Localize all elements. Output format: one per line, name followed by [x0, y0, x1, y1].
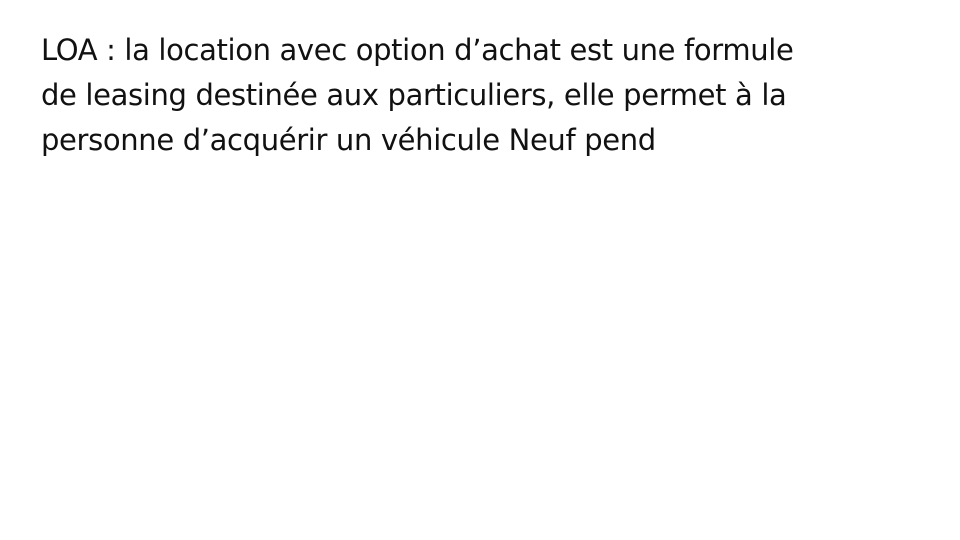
- text-line-3: personne d’acquérir un véhicule Neuf pen…: [41, 123, 656, 157]
- text-line-2: de leasing destinée aux particuliers, el…: [41, 78, 787, 112]
- slide-canvas: LOA : la location avec option d’achat es…: [0, 0, 960, 540]
- body-text: LOA : la location avec option d’achat es…: [41, 28, 921, 163]
- text-line-1: LOA : la location avec option d’achat es…: [41, 33, 794, 67]
